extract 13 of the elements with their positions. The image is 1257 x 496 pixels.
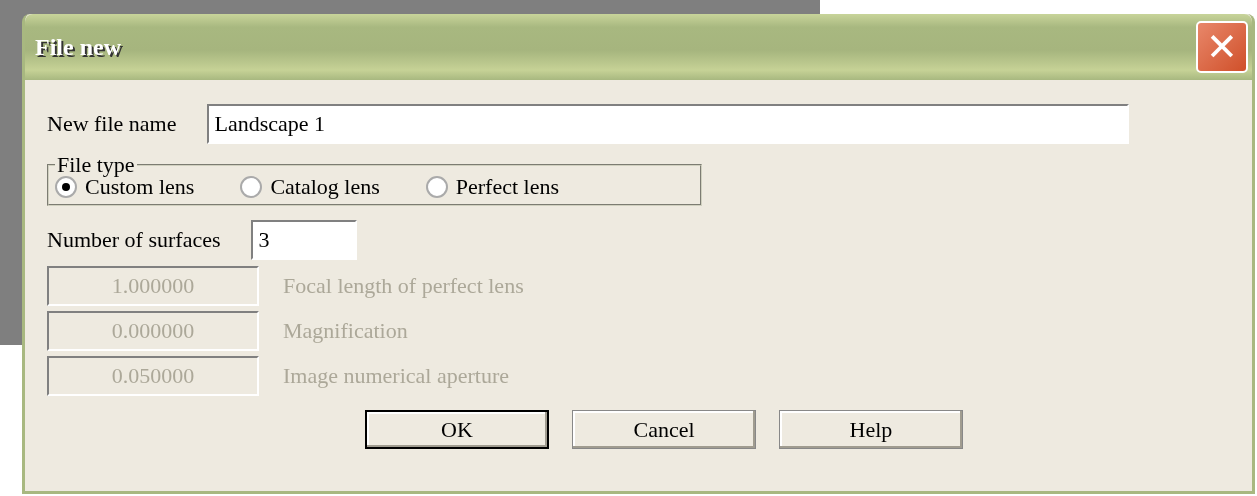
field-label: Number of surfaces (47, 227, 221, 253)
field-label: Magnification (283, 318, 408, 344)
file-name-field[interactable]: Landscape 1 (206, 104, 1129, 144)
dialog-button[interactable]: Cancel (572, 410, 756, 449)
radio-option[interactable]: Catalog lens (240, 174, 380, 200)
dialog-button[interactable]: OK (365, 410, 549, 449)
window-title: File new (35, 33, 121, 61)
dialog-button[interactable]: Help (779, 410, 963, 449)
surfaces-field[interactable]: 3 (250, 220, 357, 260)
radio-option[interactable]: Perfect lens (425, 174, 559, 200)
field-label: Focal length of perfect lens (283, 273, 524, 299)
field-label: New file name (47, 111, 177, 137)
field-label: Image numerical aperture (283, 363, 509, 389)
